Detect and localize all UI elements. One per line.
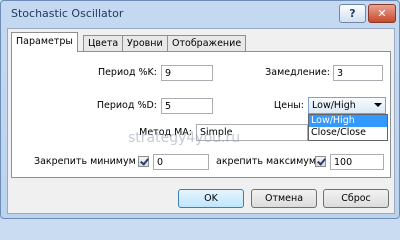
prices-selected-value: Low/High bbox=[312, 100, 356, 111]
period-d-label: Период %D: bbox=[96, 100, 157, 111]
title-bar[interactable]: Stochastic Oscillator ? ✕ bbox=[1, 1, 399, 27]
reset-button[interactable]: Сброс bbox=[323, 189, 389, 208]
prices-option-close-close[interactable]: Close/Close bbox=[309, 127, 387, 139]
help-button[interactable]: ? bbox=[339, 4, 366, 23]
slowing-field[interactable]: 3 bbox=[333, 65, 383, 81]
fix-min-field[interactable]: 0 bbox=[153, 154, 209, 170]
close-button[interactable]: ✕ bbox=[368, 4, 396, 23]
ok-button[interactable]: OK bbox=[178, 189, 244, 208]
chevron-down-icon bbox=[374, 103, 382, 107]
fix-min-checkbox[interactable] bbox=[138, 156, 149, 167]
tab-levels[interactable]: Уровни bbox=[122, 35, 168, 51]
close-icon: ✕ bbox=[377, 7, 387, 20]
period-k-label: Период %K: bbox=[97, 67, 157, 78]
dialog-client-area: Параметры Цвета Уровни Отображение Перио… bbox=[7, 28, 395, 214]
prices-option-low-high[interactable]: Low/High bbox=[309, 115, 387, 127]
tab-colors[interactable]: Цвета bbox=[83, 35, 124, 51]
period-d-field[interactable]: 5 bbox=[161, 98, 213, 114]
cancel-button[interactable]: Отмена bbox=[251, 189, 317, 208]
dialog-window: Stochastic Oscillator ? ✕ Параметры Цвет… bbox=[0, 0, 400, 219]
tab-display[interactable]: Отображение bbox=[167, 35, 247, 51]
window-title: Stochastic Oscillator bbox=[11, 7, 124, 20]
prices-select[interactable]: Low/High bbox=[308, 97, 386, 114]
slowing-label: Замедление: bbox=[265, 67, 330, 78]
tab-parameters[interactable]: Параметры bbox=[11, 32, 78, 52]
fix-max-checkbox[interactable] bbox=[315, 156, 326, 167]
fix-max-field[interactable]: 100 bbox=[330, 154, 384, 170]
watermark-text: strategy4you.ru bbox=[128, 130, 241, 146]
checkmark-icon bbox=[140, 156, 149, 166]
period-k-field[interactable]: 9 bbox=[161, 65, 213, 81]
help-icon: ? bbox=[349, 7, 356, 20]
prices-label: Цены: bbox=[273, 100, 304, 111]
prices-dropdown-list: Low/High Close/Close bbox=[308, 114, 388, 141]
checkmark-icon bbox=[317, 156, 326, 166]
fix-min-label: Закрепить минимум bbox=[34, 156, 136, 167]
parameters-panel: Период %K: 9 Замедление: 3 Период %D: 5 … bbox=[11, 51, 391, 178]
fix-max-label: акрепить максимум bbox=[216, 156, 317, 167]
